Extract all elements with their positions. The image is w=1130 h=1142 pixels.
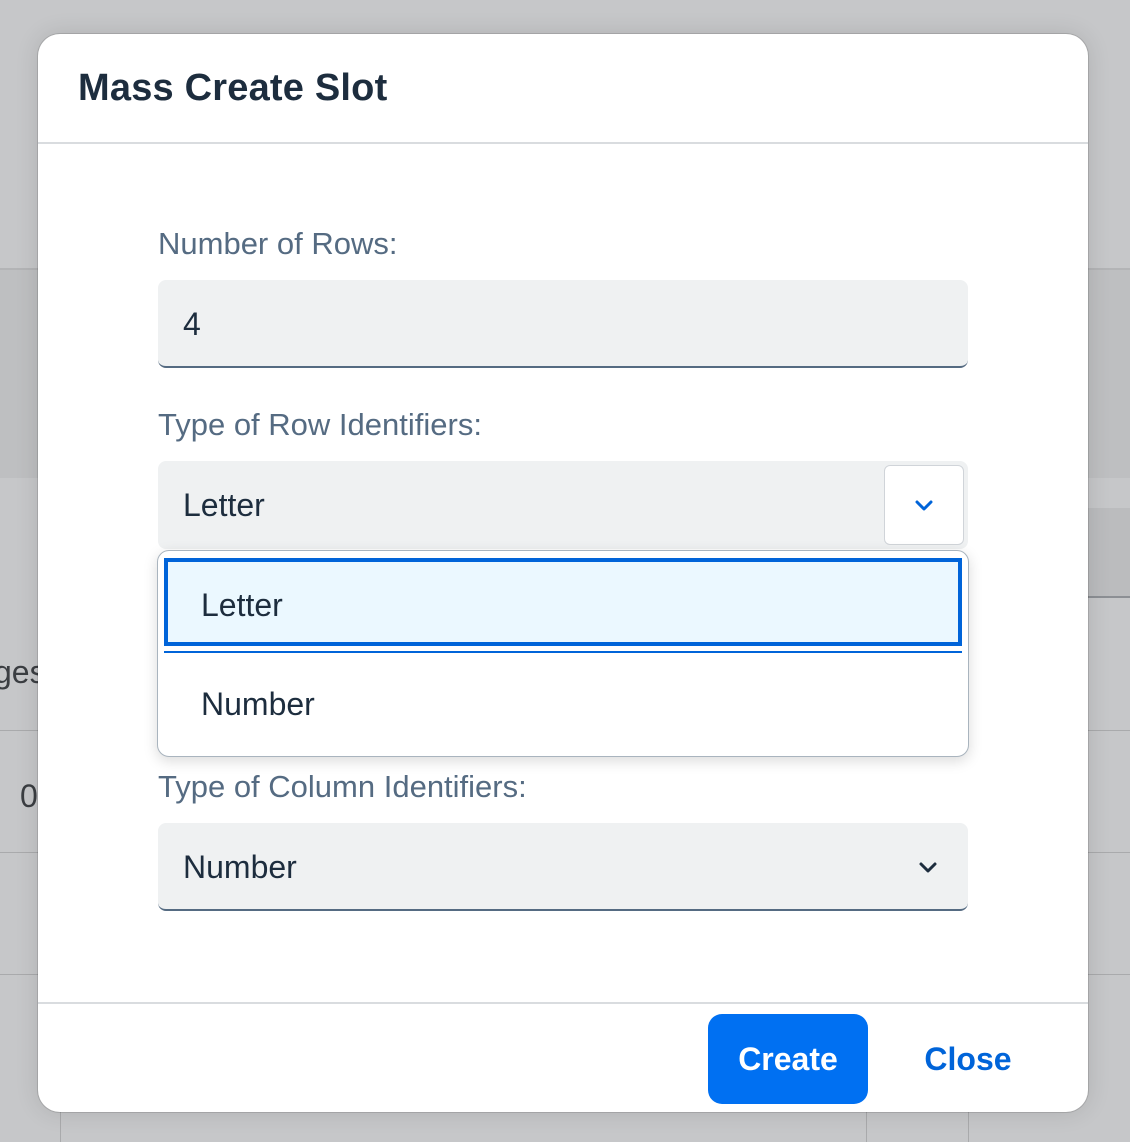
rows-input-value: 4 bbox=[183, 306, 201, 342]
close-button[interactable]: Close bbox=[908, 1014, 1028, 1104]
option-number[interactable]: Number bbox=[158, 654, 968, 754]
column-type-label: Type of Column Identifiers: bbox=[158, 769, 527, 804]
option-label: Number bbox=[201, 686, 315, 722]
option-divider bbox=[164, 651, 962, 653]
background-row-divider bbox=[1088, 730, 1130, 731]
dialog-title: Mass Create Slot bbox=[78, 66, 388, 109]
option-letter[interactable]: Letter bbox=[158, 551, 968, 651]
row-type-label: Type of Row Identifiers: bbox=[158, 407, 482, 442]
background-divider bbox=[866, 1112, 867, 1142]
background-row-divider bbox=[1088, 974, 1130, 975]
background-table-header bbox=[1088, 508, 1130, 598]
option-focus-outline bbox=[164, 558, 962, 646]
dialog-footer: Create Close bbox=[38, 1002, 1088, 1112]
rows-input[interactable]: 4 bbox=[158, 280, 968, 368]
column-type-select-value: Number bbox=[183, 849, 297, 885]
background-row-divider bbox=[0, 730, 40, 731]
background-row-divider bbox=[0, 974, 40, 975]
row-type-dropdown-button[interactable] bbox=[884, 465, 964, 545]
rows-label: Number of Rows: bbox=[158, 226, 398, 261]
dialog-header: Mass Create Slot bbox=[38, 34, 1088, 144]
chevron-down-icon bbox=[915, 500, 933, 511]
background-divider bbox=[968, 1112, 969, 1142]
mass-create-slot-dialog: Mass Create Slot Number of Rows: 4 Type … bbox=[38, 34, 1088, 1112]
option-label: Letter bbox=[201, 587, 283, 623]
row-type-select[interactable]: Letter bbox=[158, 461, 968, 549]
chevron-down-icon[interactable] bbox=[918, 857, 938, 877]
column-type-select[interactable]: Number bbox=[158, 823, 968, 911]
background-cell: 0 bbox=[20, 778, 38, 814]
row-type-options-popover: Letter Number bbox=[157, 550, 969, 757]
background-row-divider bbox=[1088, 852, 1130, 853]
background-row-divider bbox=[0, 852, 40, 853]
background-divider bbox=[60, 1112, 61, 1142]
create-button[interactable]: Create bbox=[708, 1014, 868, 1104]
row-type-select-value: Letter bbox=[183, 487, 265, 523]
